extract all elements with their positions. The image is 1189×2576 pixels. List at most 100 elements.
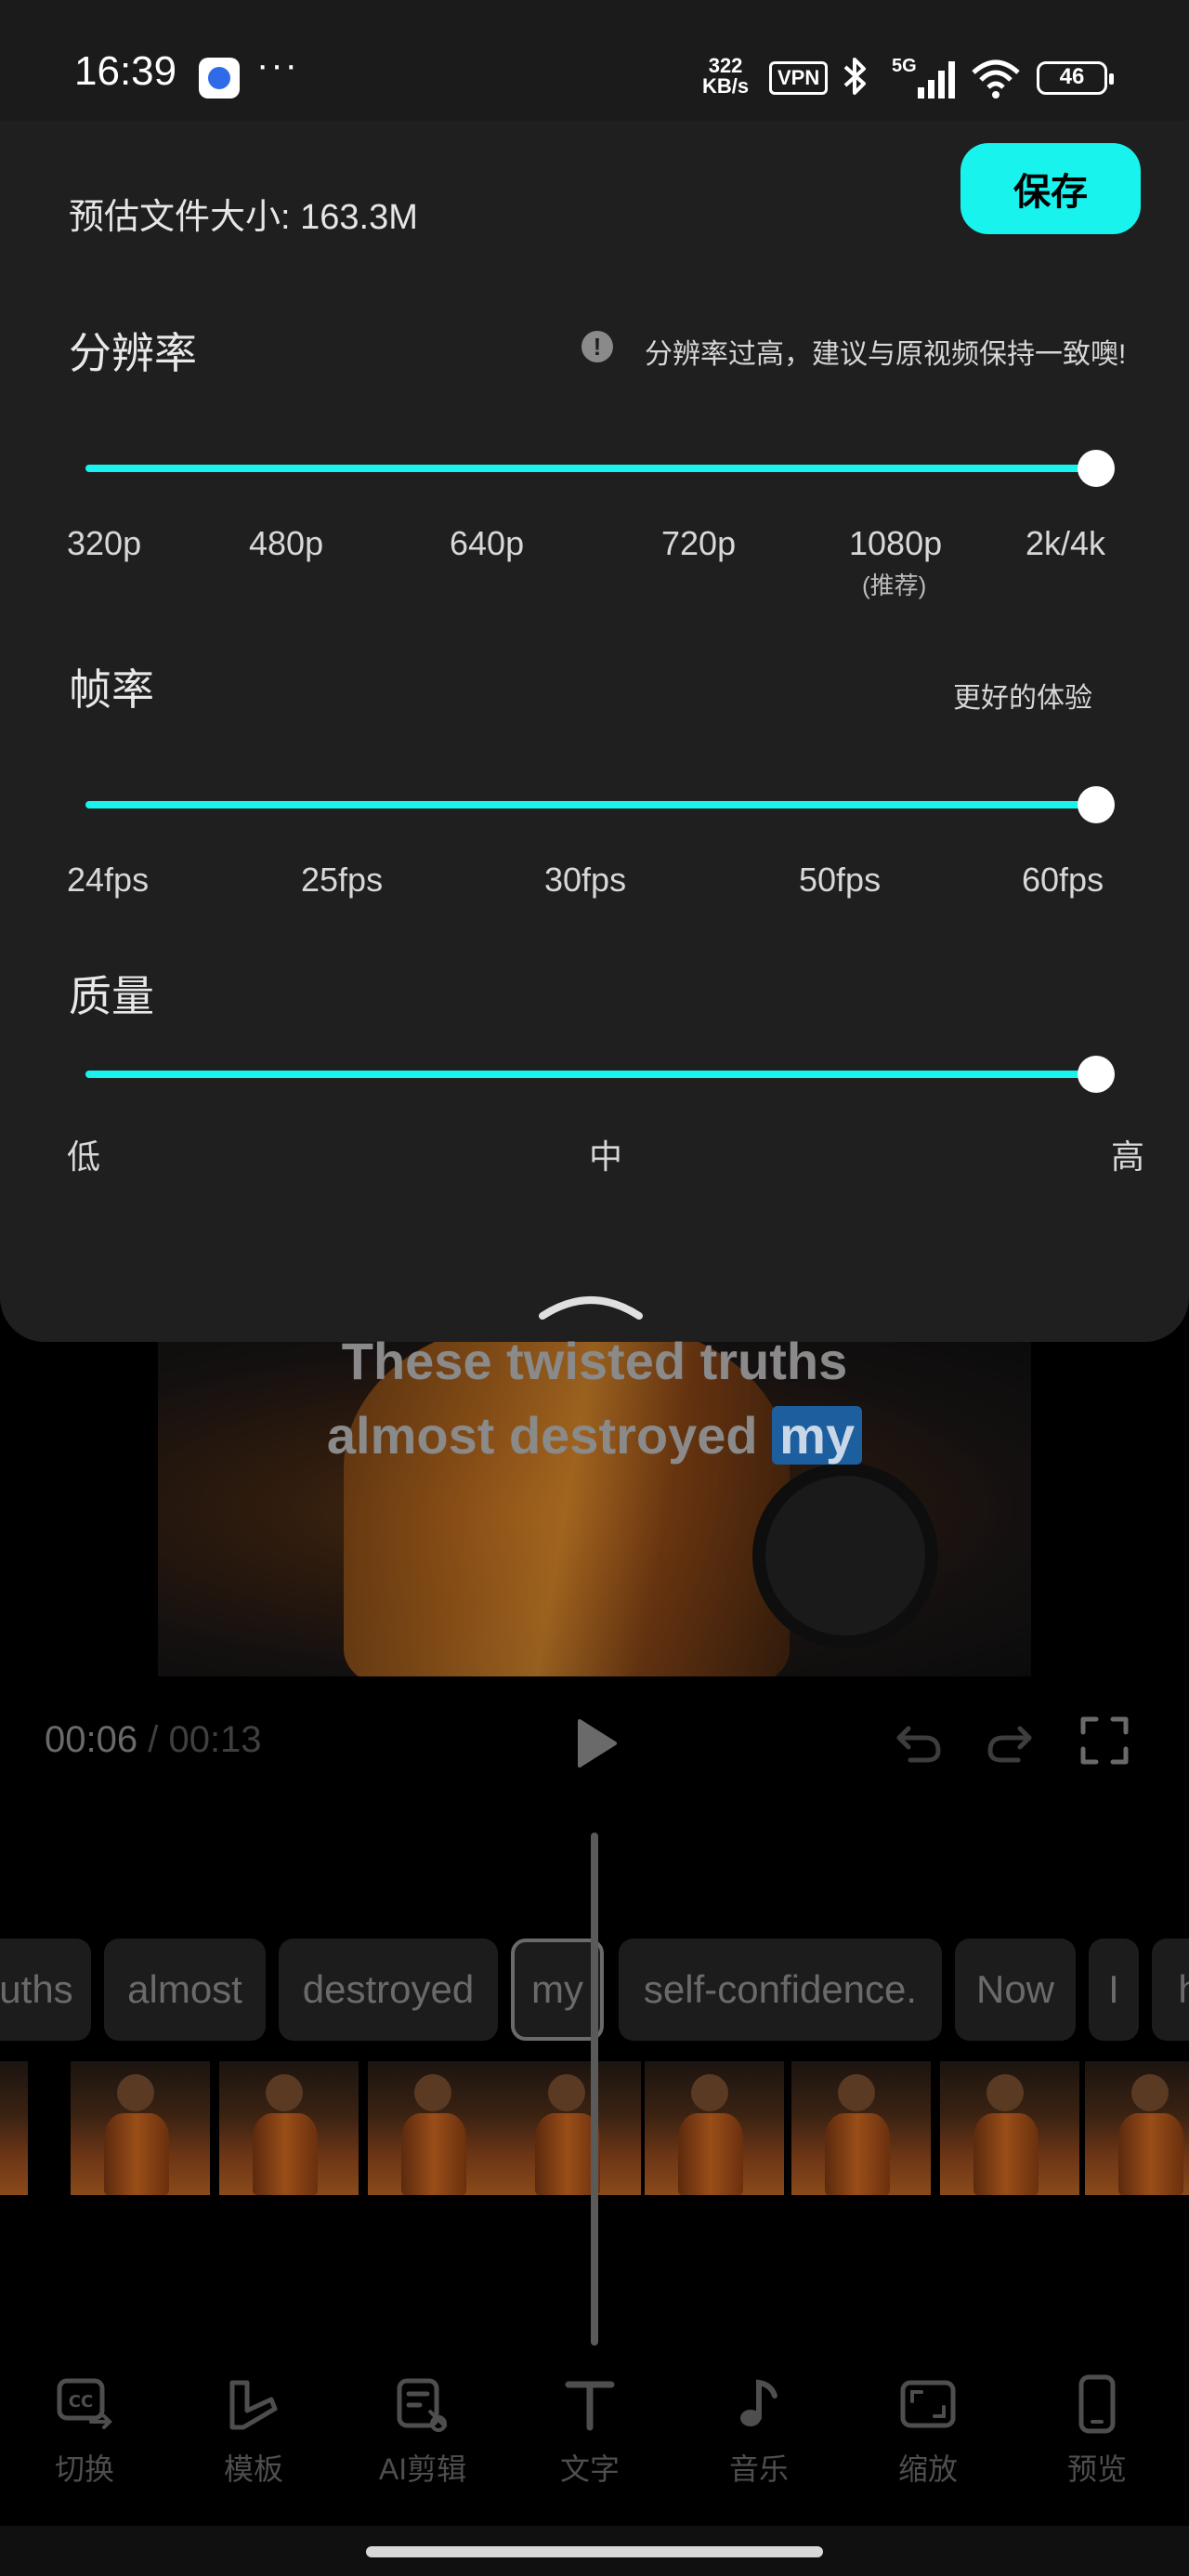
- thumbnail-frame: [368, 2061, 507, 2195]
- preview-icon: [1078, 2374, 1116, 2434]
- playback-time: 00:06 / 00:13: [45, 1719, 262, 1761]
- quality-title: 质量: [69, 972, 154, 1020]
- warning-icon: !: [581, 331, 613, 362]
- home-indicator[interactable]: [366, 2546, 823, 2557]
- resolution-tick-1080p[interactable]: 1080p: [849, 524, 942, 563]
- thumbnail-frame: [1085, 2061, 1189, 2195]
- resolution-tick-480p[interactable]: 480p: [249, 524, 323, 563]
- network-speed-value: 322: [708, 54, 743, 77]
- network-speed: 322 KB/s: [702, 56, 749, 97]
- thumbnail-frame: [71, 2061, 210, 2195]
- slider-fill: [85, 801, 1096, 808]
- save-button[interactable]: 保存: [960, 143, 1141, 234]
- toolbar-zoom-label: 缩放: [897, 2452, 958, 2486]
- battery-icon: 46: [1037, 61, 1114, 95]
- caption-switch-icon: CC: [57, 2378, 112, 2429]
- total-time: 00:13: [168, 1719, 262, 1760]
- word-chip-selected[interactable]: my: [511, 1939, 604, 2041]
- timeline-playhead[interactable]: [591, 1833, 598, 2346]
- more-notifications-icon: ···: [256, 45, 299, 85]
- time-separator: /: [137, 1719, 169, 1760]
- slider-thumb[interactable]: [1078, 1056, 1115, 1093]
- redo-button[interactable]: [985, 1715, 1035, 1766]
- toolbar-text-label: 文字: [559, 2452, 620, 2486]
- fullscreen-button[interactable]: [1079, 1715, 1130, 1766]
- resolution-tick-720p[interactable]: 720p: [661, 524, 736, 563]
- bluetooth-icon: [842, 56, 869, 106]
- ai-edit-icon: [397, 2378, 448, 2432]
- toolbar-music-button[interactable]: 音乐: [689, 2373, 829, 2494]
- network-speed-unit: KB/s: [702, 74, 750, 98]
- video-frame-subject: [344, 1342, 790, 1676]
- undo-button[interactable]: [894, 1715, 944, 1766]
- zoom-icon: [900, 2380, 956, 2428]
- signal-icon: [918, 61, 955, 99]
- svg-text:CC: CC: [69, 2392, 93, 2412]
- current-time: 00:06: [45, 1719, 138, 1760]
- frame-rate-slider[interactable]: [85, 777, 1115, 833]
- resolution-tick-320p[interactable]: 320p: [67, 524, 141, 563]
- toolbar-text-button[interactable]: 文字: [520, 2373, 660, 2494]
- toolbar-zoom-button[interactable]: 缩放: [858, 2373, 998, 2494]
- frame-rate-tick-50[interactable]: 50fps: [799, 861, 881, 900]
- quality-tick-low[interactable]: 低: [67, 1130, 100, 1178]
- toolbar-template-button[interactable]: 模板: [184, 2373, 323, 2494]
- toolbar-ai-edit-button[interactable]: AI剪辑: [353, 2373, 492, 2494]
- word-chip[interactable]: uths: [0, 1939, 91, 2041]
- toolbar-ai-edit-label: AI剪辑: [378, 2452, 467, 2486]
- status-time: 16:39: [74, 48, 177, 94]
- thumbnail-frame: [940, 2061, 1079, 2195]
- word-chip[interactable]: destroyed: [279, 1939, 498, 2041]
- video-preview[interactable]: [158, 1342, 1031, 1676]
- resolution-slider[interactable]: [85, 440, 1115, 496]
- word-chip[interactable]: self-confidence.: [619, 1939, 942, 2041]
- quality-tick-medium[interactable]: 中: [589, 1130, 622, 1178]
- frame-rate-title: 帧率: [69, 665, 154, 714]
- slider-thumb[interactable]: [1078, 786, 1115, 823]
- frame-rate-hint: 更好的体验: [953, 683, 1092, 714]
- toolbar-switch-button[interactable]: CC 切换: [15, 2373, 154, 2494]
- toolbar-switch-label: 切换: [54, 2452, 114, 2486]
- export-settings-panel: 预估文件大小: 163.3M 保存 分辨率 ! 分辨率过高，建议与原视频保持一致…: [0, 121, 1189, 1342]
- word-chip[interactable]: almost: [104, 1939, 266, 2041]
- caption-line-2: almost destroyed my: [0, 1405, 1189, 1465]
- text-icon: [565, 2381, 615, 2431]
- vpn-badge: VPN: [769, 61, 829, 95]
- play-button[interactable]: [567, 1715, 622, 1771]
- recommended-note: (推荐): [862, 572, 927, 599]
- frame-rate-tick-60[interactable]: 60fps: [1022, 861, 1104, 900]
- quality-tick-high[interactable]: 高: [1111, 1130, 1144, 1178]
- music-icon: [740, 2379, 777, 2426]
- toolbar-preview-button[interactable]: 预览: [1027, 2373, 1167, 2494]
- template-icon: [229, 2380, 278, 2430]
- caption-line-1: These twisted truths: [341, 1332, 848, 1390]
- estimated-file-size: 预估文件大小: 163.3M: [69, 198, 418, 237]
- resolution-tick-640p[interactable]: 640p: [450, 524, 524, 563]
- word-chip[interactable]: I: [1089, 1939, 1139, 2041]
- resolution-hint: 分辨率过高，建议与原视频保持一致噢!: [645, 339, 1127, 370]
- thumbnail-frame: [0, 2061, 28, 2195]
- video-frame-camera: [752, 1463, 938, 1649]
- thumbnail-frame: [791, 2061, 931, 2195]
- frame-rate-tick-30[interactable]: 30fps: [544, 861, 626, 900]
- notification-app-icon: [199, 58, 240, 99]
- quality-slider[interactable]: [85, 1046, 1115, 1102]
- slider-thumb[interactable]: [1078, 450, 1115, 487]
- resolution-title: 分辨率: [69, 329, 197, 377]
- toolbar-preview-label: 预览: [1066, 2452, 1127, 2486]
- wifi-icon: [972, 59, 1020, 99]
- thumbnail-frame: [502, 2061, 641, 2195]
- slider-fill: [85, 1071, 1096, 1078]
- thumbnail-frame: [219, 2061, 359, 2195]
- thumbnail-frame: [645, 2061, 784, 2195]
- caption-highlight-word: my: [772, 1406, 863, 1465]
- caption-text: almost destroyed: [326, 1406, 773, 1465]
- word-chip[interactable]: Now: [955, 1939, 1076, 2041]
- frame-rate-tick-25[interactable]: 25fps: [301, 861, 383, 900]
- toolbar-music-label: 音乐: [728, 2452, 789, 2486]
- slider-fill: [85, 465, 1096, 472]
- collapse-panel-icon[interactable]: [537, 1284, 645, 1321]
- word-chip[interactable]: h: [1152, 1939, 1189, 2041]
- resolution-tick-2k4k[interactable]: 2k/4k: [1026, 524, 1105, 563]
- frame-rate-tick-24[interactable]: 24fps: [67, 861, 149, 900]
